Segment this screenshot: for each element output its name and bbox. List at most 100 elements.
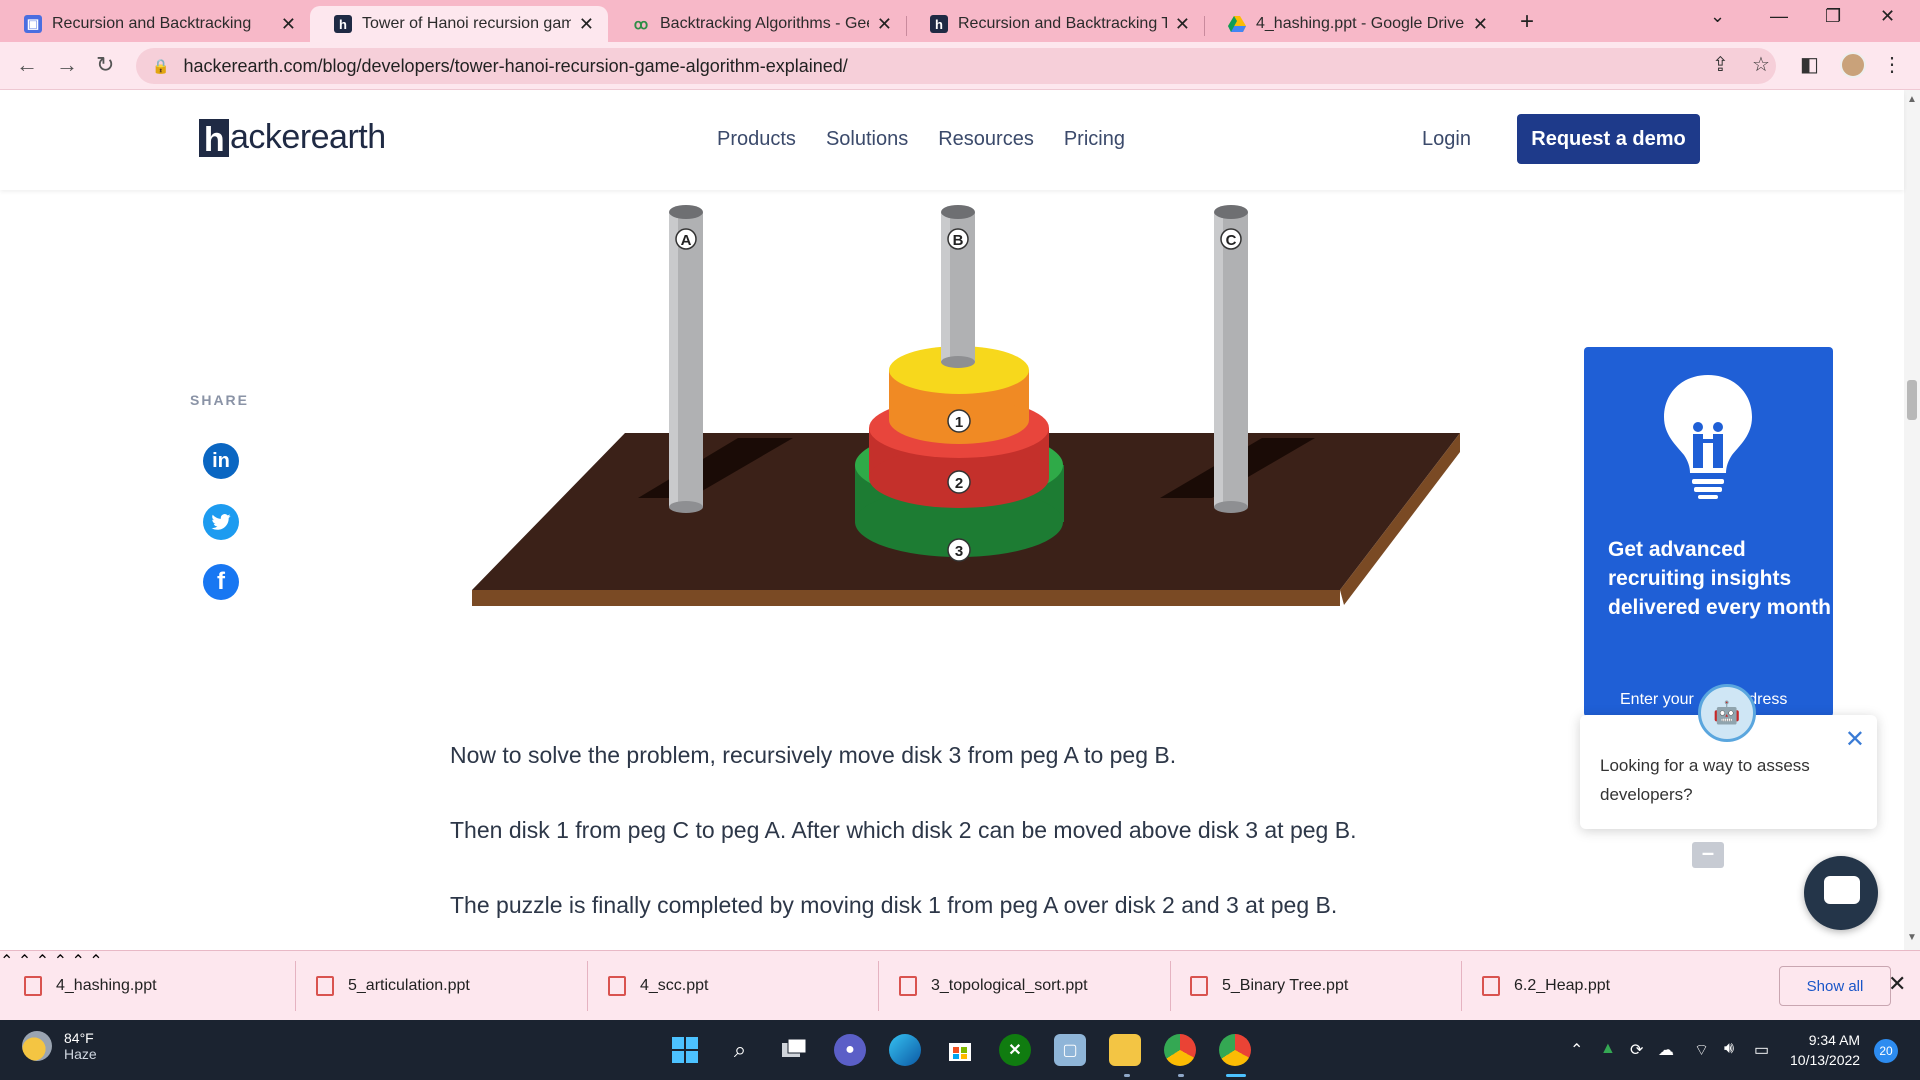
scroll-up-icon[interactable]: ▲ [1907, 94, 1917, 105]
tab-title: Recursion and Backtracking [52, 15, 252, 32]
running-indicator [1124, 1074, 1130, 1077]
twitter-icon[interactable] [203, 504, 239, 540]
hackerearth-logo[interactable]: h ackerearth [199, 118, 386, 157]
xbox-icon[interactable]: ✕ [999, 1034, 1031, 1066]
close-tab-icon[interactable]: ✕ [281, 14, 296, 35]
minimize-chat-button[interactable]: – [1692, 842, 1724, 868]
peg-label-b: B [953, 232, 964, 249]
nav-products[interactable]: Products [717, 128, 796, 151]
browser-tab[interactable]: ꝏ Backtracking Algorithms - Geeks ✕ [608, 6, 906, 42]
email-placeholder: Enter your [1620, 691, 1694, 708]
tab-title: Backtracking Algorithms - Geeks [660, 15, 869, 32]
download-item[interactable]: 6.2_Heap.ppt [1482, 951, 1610, 1021]
close-tab-icon[interactable]: ✕ [579, 14, 594, 35]
peg-label-c: C [1226, 232, 1237, 249]
tab-favicon-icon: ▣ [24, 15, 42, 33]
search-icon[interactable]: ⌕ [724, 1034, 756, 1066]
ppt-file-icon [24, 976, 42, 996]
logo-text: ackerearth [230, 118, 386, 156]
page-scrollbar[interactable]: ▲ ▼ [1904, 90, 1920, 950]
logo-mark: h [199, 118, 229, 157]
teams-chat-icon[interactable]: ● [834, 1034, 866, 1066]
download-shelf: 4_hashing.ppt ⌃ 5_articulation.ppt ⌃ 4_s… [0, 950, 1920, 1020]
close-window-icon[interactable]: ✕ [1880, 6, 1895, 27]
reload-icon[interactable]: ↻ [96, 52, 114, 78]
linkedin-icon[interactable]: in [203, 443, 239, 479]
chevron-up-icon[interactable]: ⌃ [0, 953, 13, 970]
download-item[interactable]: 5_articulation.ppt [316, 951, 470, 1021]
login-link[interactable]: Login [1422, 128, 1471, 151]
browser-tab[interactable]: h Recursion and Backtracking Tuto ✕ [906, 6, 1204, 42]
nav-pricing[interactable]: Pricing [1064, 128, 1125, 151]
task-view-icon[interactable] [779, 1034, 811, 1066]
download-item[interactable]: 4_hashing.ppt [24, 951, 157, 1021]
windows-start-icon[interactable] [669, 1034, 701, 1066]
download-item[interactable]: 3_topological_sort.ppt [899, 951, 1088, 1021]
site-header: h ackerearth Products Solutions Resource… [0, 90, 1904, 190]
article-paragraph: Now to solve the problem, recursively mo… [450, 742, 1177, 768]
weather-widget[interactable]: 84°F Haze [22, 1030, 97, 1062]
sync-icon[interactable]: ⟳ [1630, 1040, 1643, 1060]
download-item[interactable]: 4_scc.ppt [608, 951, 708, 1021]
scrollbar-thumb[interactable] [1907, 380, 1917, 420]
close-tab-icon[interactable]: ✕ [877, 14, 892, 35]
edge-browser-icon[interactable] [889, 1034, 921, 1066]
divider [295, 961, 296, 1011]
share-page-icon[interactable]: ⇪ [1712, 52, 1729, 77]
onedrive-cloud-icon[interactable]: ☁ [1658, 1040, 1674, 1060]
side-panel-icon[interactable]: ◧ [1800, 52, 1819, 77]
microsoft-store-icon[interactable] [944, 1034, 976, 1066]
back-icon[interactable]: ← [16, 52, 38, 78]
menu-kebab-icon[interactable]: ⋮ [1882, 52, 1902, 77]
notification-badge[interactable]: 20 [1874, 1039, 1898, 1063]
clock-date: 10/13/2022 [1790, 1052, 1861, 1068]
file-explorer-icon[interactable] [1109, 1034, 1141, 1066]
close-icon[interactable]: ✕ [1845, 725, 1865, 754]
browser-tab[interactable]: 4_hashing.ppt - Google Drive ✕ [1204, 6, 1502, 42]
download-item[interactable]: 5_Binary Tree.ppt [1190, 951, 1348, 1021]
close-icon[interactable]: ✕ [1888, 971, 1906, 997]
peg-c: C [1214, 205, 1248, 513]
newsletter-card: Get advanced recruiting insights deliver… [1584, 347, 1833, 717]
restore-icon[interactable]: ❐ [1825, 6, 1841, 27]
volume-icon[interactable]: 🔊︎ [1724, 1040, 1734, 1058]
close-tab-icon[interactable]: ✕ [1473, 14, 1488, 35]
address-bar[interactable]: 🔒 hackerearth.com/blog/developers/tower-… [136, 48, 1776, 84]
system-clock[interactable]: 9:34 AM 10/13/2022 [1790, 1030, 1860, 1070]
clock-time: 9:34 AM [1808, 1032, 1861, 1048]
scroll-down-icon[interactable]: ▼ [1907, 932, 1917, 943]
minimize-icon[interactable]: — [1770, 6, 1788, 27]
chat-launcher-button[interactable] [1804, 856, 1878, 930]
google-drive-icon [1228, 15, 1246, 33]
tab-search-icon[interactable]: ⌄ [1710, 6, 1725, 27]
bookmark-star-icon[interactable]: ☆ [1752, 52, 1770, 77]
tab-favicon-icon: h [334, 15, 352, 33]
show-all-button[interactable]: Show all [1779, 966, 1891, 1006]
download-filename: 4_hashing.ppt [56, 977, 157, 994]
new-tab-icon[interactable]: + [1520, 8, 1534, 36]
forward-icon[interactable]: → [56, 52, 78, 78]
drive-sync-icon[interactable]: ▲ [1600, 1040, 1616, 1058]
battery-icon[interactable]: ▭ [1754, 1040, 1769, 1060]
profile-avatar[interactable] [1840, 52, 1866, 78]
chevron-up-icon[interactable]: ⌃ [1570, 1040, 1583, 1060]
article-paragraph: The puzzle is finally completed by movin… [450, 892, 1338, 918]
weather-condition: Haze [64, 1046, 97, 1062]
close-tab-icon[interactable]: ✕ [1175, 14, 1190, 35]
browser-tab[interactable]: ▣ Recursion and Backtracking ✕ [0, 6, 310, 42]
browser-tab-strip: ▣ Recursion and Backtracking ✕ h Tower o… [0, 0, 1920, 42]
article-paragraph: Then disk 1 from peg C to peg A. After w… [450, 817, 1357, 843]
photos-app-icon[interactable]: ▢ [1054, 1034, 1086, 1066]
nav-solutions[interactable]: Solutions [826, 128, 908, 151]
facebook-icon[interactable]: f [203, 564, 239, 600]
browser-tab-active[interactable]: h Tower of Hanoi recursion game a ✕ [310, 6, 608, 42]
main-nav: Products Solutions Resources Pricing [717, 128, 1125, 151]
weather-haze-icon [22, 1031, 52, 1061]
tower-of-hanoi-illustration: A 3 2 1 B C [472, 205, 1460, 606]
chrome-icon[interactable] [1164, 1034, 1196, 1066]
request-demo-button[interactable]: Request a demo [1517, 114, 1700, 164]
chrome-profile-icon[interactable] [1219, 1034, 1251, 1066]
divider [1170, 961, 1171, 1011]
wifi-icon[interactable]: ⌔ [1694, 1040, 1709, 1060]
nav-resources[interactable]: Resources [938, 128, 1034, 151]
